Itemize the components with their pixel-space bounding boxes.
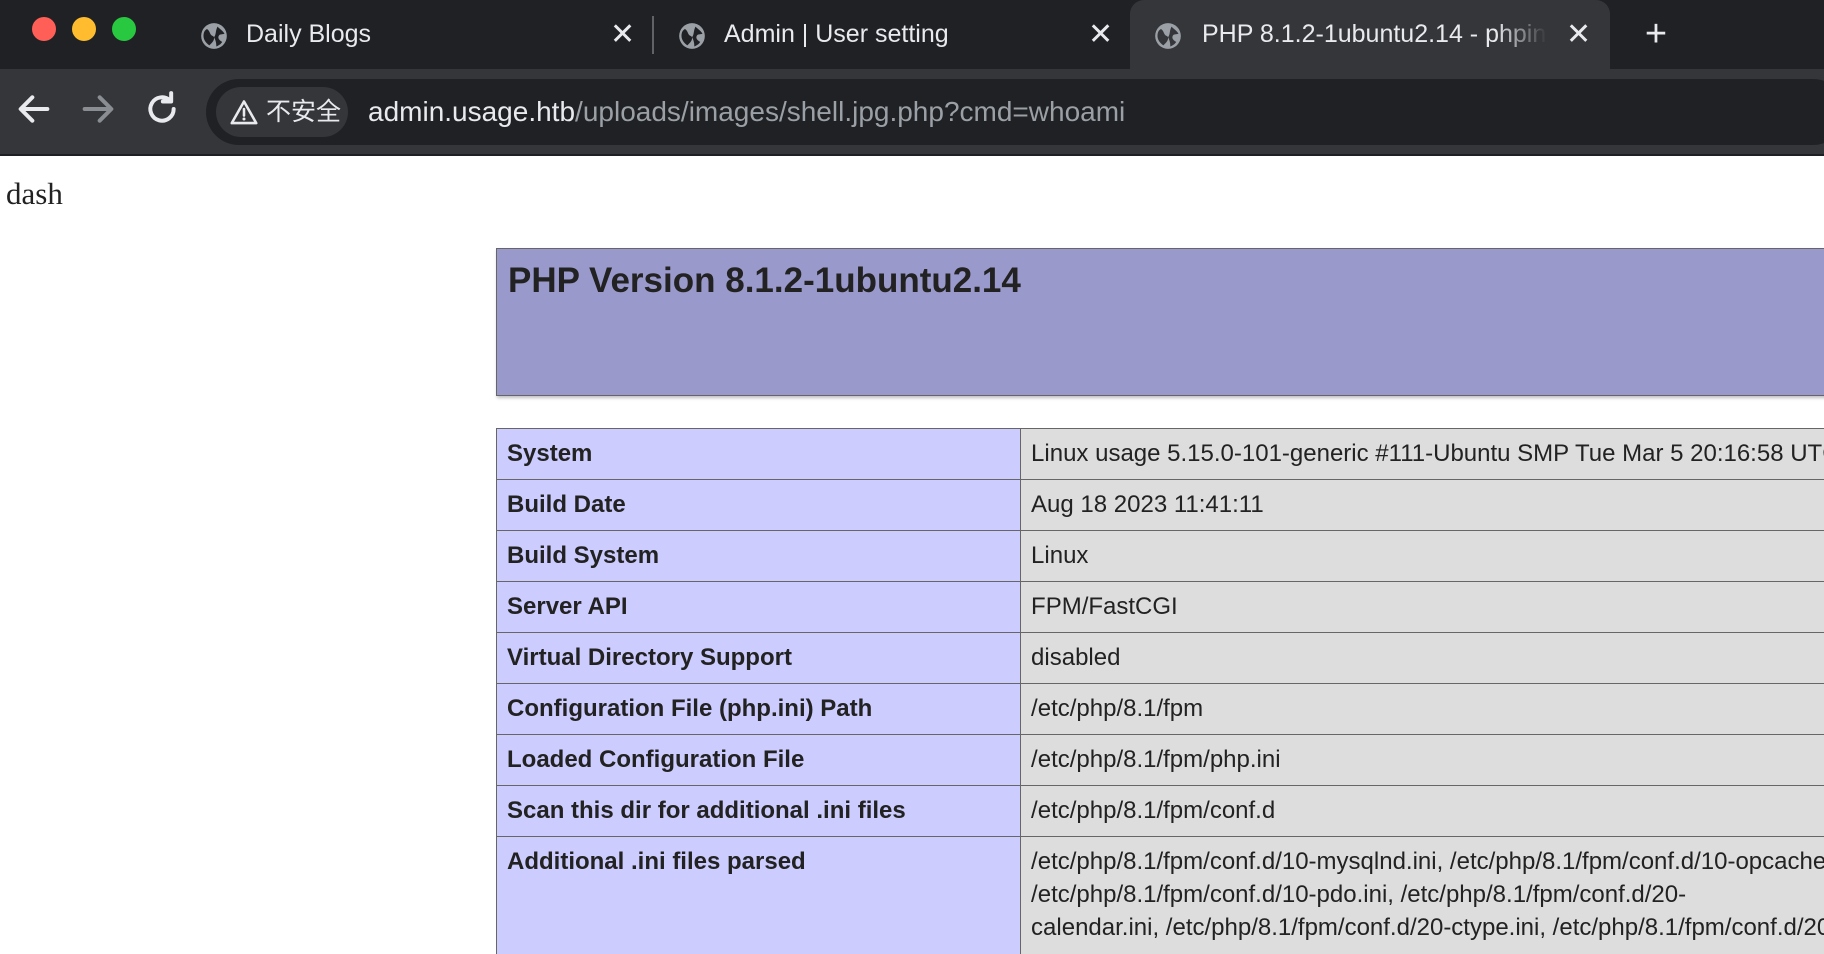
table-row: Loaded Configuration File/etc/php/8.1/fp… [495, 734, 1824, 786]
warning-triangle-icon [230, 100, 258, 125]
row-key: Scan this dir for additional .ini files [495, 785, 1022, 837]
row-value: Aug 18 2023 11:41:11 [1020, 479, 1824, 531]
row-value: /etc/php/8.1/fpm [1020, 683, 1824, 735]
new-tab-button[interactable]: + [1638, 10, 1674, 58]
table-row: Server API FPM/FastCGI [495, 581, 1824, 633]
row-value: Linux usage 5.15.0-101-generic #111-Ubun… [1020, 428, 1824, 480]
ini-file-line: calendar.ini, /etc/php/8.1/fpm/conf.d/20… [1031, 914, 1824, 941]
table-row: Virtual Directory Support disabled [495, 632, 1824, 684]
tab-strip: Daily Blogs ✕ Admin | User setting ✕ PHP… [0, 0, 1824, 69]
row-value: disabled [1020, 632, 1824, 684]
url-text[interactable]: admin.usage.htb/uploads/images/shell.jpg… [368, 79, 1125, 145]
security-label: 不安全 [266, 97, 342, 126]
ini-file-line: /etc/php/8.1/fpm/conf.d/10-pdo.ini, /etc… [1031, 881, 1687, 908]
url-path: /uploads/images/shell.jpg.php?cmd=whoami [575, 96, 1126, 127]
row-key: Virtual Directory Support [495, 632, 1022, 684]
browser-toolbar: 不安全 admin.usage.htb/uploads/images/shell… [0, 69, 1824, 156]
tab-title: Daily Blogs [246, 20, 372, 48]
tab-admin-user-setting[interactable]: Admin | User setting ✕ [678, 0, 1118, 69]
table-row: System Linux usage 5.15.0-101-generic #11… [495, 428, 1824, 480]
tab-title: Admin | User setting [724, 20, 949, 48]
globe-icon [1155, 23, 1181, 49]
window-minimize-button[interactable] [72, 17, 96, 41]
row-key: Build Date [495, 479, 1022, 531]
row-value: /etc/php/8.1/fpm/conf.d/10-mysqlnd.ini, … [1020, 836, 1824, 954]
table-row: Additional .ini files parsed/etc/php/8.1… [495, 836, 1824, 954]
tab-phpinfo[interactable]: PHP 8.1.2-1ubuntu2.14 - phpinfo() ✕ [1130, 0, 1610, 69]
tab-title: PHP 8.1.2-1ubuntu2.14 - phpinfo() [1202, 20, 1547, 48]
table-row: Configuration File (php.ini) Path/etc/ph… [495, 683, 1824, 735]
row-key: Build System [495, 530, 1022, 582]
row-value: FPM/FastCGI [1020, 581, 1824, 633]
table-row: Build System Linux [495, 530, 1824, 582]
globe-icon [201, 23, 227, 49]
back-arrow-icon[interactable] [14, 89, 54, 129]
tab-close-button[interactable]: ✕ [610, 0, 635, 69]
command-output: dash [6, 176, 63, 211]
row-key: Loaded Configuration File [495, 734, 1022, 786]
window-close-button[interactable] [32, 17, 56, 41]
forward-arrow-icon[interactable] [78, 89, 118, 129]
url-host: admin.usage.htb [368, 96, 576, 127]
php-version-header: PHP Version 8.1.2-1ubuntu2.14 [496, 248, 1824, 396]
globe-icon [679, 23, 705, 49]
phpinfo-table-body: System Linux usage 5.15.0-101-generic #11… [495, 428, 1824, 954]
row-value: /etc/php/8.1/fpm/conf.d [1020, 785, 1824, 837]
window-zoom-button[interactable] [112, 17, 136, 41]
page-content: dash PHP Version 8.1.2-1ubuntu2.14 Syste… [0, 156, 1824, 954]
page-title: PHP Version 8.1.2-1ubuntu2.14 [508, 261, 1021, 300]
ini-file-line: /etc/php/8.1/fpm/conf.d/10-mysqlnd.ini, … [1031, 848, 1824, 875]
tab-close-button[interactable]: ✕ [1088, 0, 1113, 69]
row-key: Server API [495, 581, 1022, 633]
tab-close-button[interactable]: ✕ [1566, 0, 1591, 69]
table-row: Build Date Aug 18 2023 11:41:11 [495, 479, 1824, 531]
row-value: /etc/php/8.1/fpm/php.ini [1020, 734, 1824, 786]
row-value: Linux [1020, 530, 1824, 582]
security-indicator[interactable]: 不安全 [216, 87, 348, 137]
tab-daily-blogs[interactable]: Daily Blogs ✕ [200, 0, 640, 69]
row-key: Additional .ini files parsed [495, 836, 1022, 954]
reload-icon[interactable] [142, 89, 182, 129]
address-bar[interactable]: 不安全 admin.usage.htb/uploads/images/shell… [206, 79, 1824, 145]
table-row: Scan this dir for additional .ini files /… [495, 785, 1824, 837]
tab-separator [652, 16, 654, 54]
row-key: System [495, 428, 1022, 480]
phpinfo-table: System Linux usage 5.15.0-101-generic #11… [495, 428, 1824, 954]
row-key: Configuration File (php.ini) Path [495, 683, 1022, 735]
